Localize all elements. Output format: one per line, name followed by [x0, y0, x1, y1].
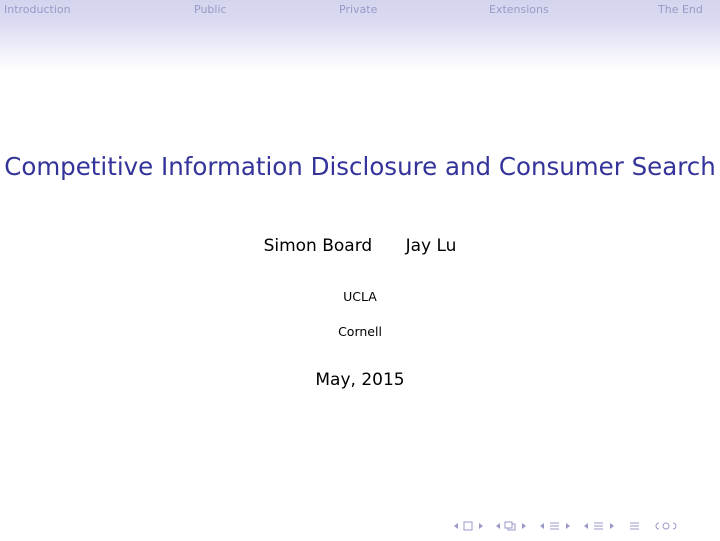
- nav-section-extensions[interactable]: Extensions: [489, 3, 549, 16]
- section-navigation-bar: Introduction Public Private Extensions T…: [0, 0, 720, 70]
- nav-section-public[interactable]: Public: [194, 3, 227, 16]
- institution: Cornell: [338, 324, 382, 339]
- document-nav-icon[interactable]: [582, 520, 628, 532]
- subsection-nav-icon[interactable]: [494, 520, 538, 532]
- author-list: Simon Board Jay Lu: [0, 236, 720, 256]
- author-name: Simon Board: [263, 236, 373, 256]
- slide-title: Competitive Information Disclosure and C…: [4, 152, 716, 181]
- presentation-date: May, 2015: [315, 370, 405, 390]
- frame-nav-icon[interactable]: [452, 520, 494, 532]
- nav-section-private[interactable]: Private: [339, 3, 377, 16]
- search-icon[interactable]: [652, 520, 684, 532]
- author-name: Jay Lu: [405, 236, 457, 256]
- appendix-nav-icon[interactable]: [628, 520, 652, 532]
- nav-section-introduction[interactable]: Introduction: [4, 3, 71, 16]
- navigation-symbols: [452, 518, 684, 534]
- institution: UCLA: [343, 289, 377, 304]
- section-nav-icon[interactable]: [538, 520, 582, 532]
- slide: Introduction Public Private Extensions T…: [0, 0, 720, 541]
- nav-section-the-end[interactable]: The End: [658, 3, 703, 16]
